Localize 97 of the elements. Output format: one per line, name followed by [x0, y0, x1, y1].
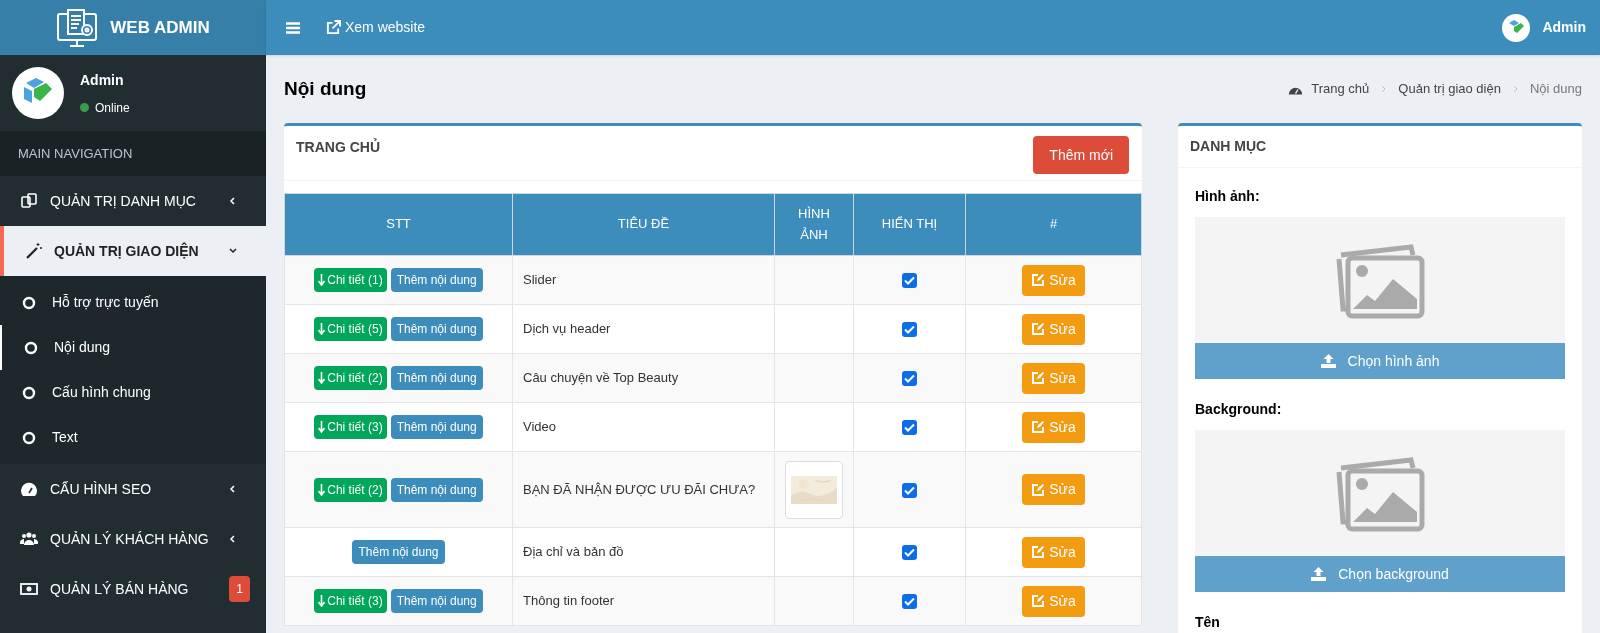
checkbox[interactable]	[902, 371, 917, 387]
add-new-button[interactable]: Thêm mới	[1033, 136, 1129, 174]
detail-button[interactable]: Chi tiết (2)	[314, 477, 387, 502]
upload-icon	[1320, 354, 1336, 368]
field-label: Hình ảnh:	[1195, 187, 1261, 206]
column-header: HIỂN THỊ	[853, 193, 966, 256]
detail-button[interactable]: Chi tiết (3)	[314, 589, 387, 613]
edit-button[interactable]: Sửa	[1022, 474, 1085, 505]
edit-icon	[1031, 482, 1046, 497]
edit-button[interactable]: Sửa	[1022, 411, 1085, 443]
edit-icon	[1031, 371, 1046, 385]
table-cell: BẠN ĐÃ NHẬN ĐƯỢC ƯU ĐÃI CHƯA?	[512, 451, 775, 528]
image-upload-area[interactable]: Chọn background	[1195, 430, 1565, 592]
arrow-down-icon	[318, 595, 326, 607]
submenu-item[interactable]: Hỗ trợ trực tuyến	[0, 280, 266, 325]
checkbox[interactable]	[902, 545, 917, 561]
card-title: DANH MỤC	[1190, 137, 1267, 156]
column-header: #	[965, 193, 1142, 256]
image-upload-area[interactable]: Chọn hình ảnh	[1195, 217, 1565, 379]
edit-icon	[1031, 273, 1046, 287]
magic-wand-icon	[24, 242, 42, 260]
status-dot-icon	[80, 103, 89, 112]
upload-button[interactable]: Chọn hình ảnh	[1195, 343, 1565, 379]
upload-icon	[1311, 567, 1327, 581]
arrow-down-icon	[318, 483, 326, 496]
column-header: STT	[284, 193, 513, 256]
table-cell: Thông tin footer	[512, 576, 775, 626]
table-cell: Slider	[512, 255, 775, 305]
arrow-down-icon	[318, 323, 326, 335]
column-header: HÌNH ẢNH	[774, 193, 854, 256]
count-badge: 1	[229, 576, 250, 602]
chevron-right-icon	[1381, 85, 1387, 93]
card-title: TRANG CHỦ	[296, 137, 380, 157]
page-title: Nội dung	[284, 76, 367, 101]
edit-icon	[1031, 322, 1046, 336]
edit-icon	[1031, 420, 1046, 434]
add-content-button[interactable]: Thêm nội dung	[390, 317, 483, 341]
add-content-button[interactable]: Thêm nội dung	[390, 477, 483, 502]
submenu-item[interactable]: Text	[0, 415, 266, 460]
arrow-down-icon	[318, 274, 326, 286]
arrow-down-icon	[318, 372, 326, 384]
checkbox[interactable]	[902, 273, 917, 289]
detail-button[interactable]: Chi tiết (3)	[314, 415, 387, 439]
checkbox[interactable]	[902, 420, 917, 436]
edit-button[interactable]: Sửa	[1022, 264, 1085, 296]
circle-icon	[22, 385, 36, 400]
edit-button[interactable]: Sửa	[1022, 536, 1085, 568]
edit-button[interactable]: Sửa	[1022, 313, 1085, 345]
submenu-item[interactable]: Cấu hình chung	[0, 370, 266, 415]
table-cell: Câu chuyện về Top Beauty	[512, 353, 775, 403]
copy-icon	[20, 192, 38, 210]
edit-icon	[1031, 594, 1046, 608]
checkbox[interactable]	[902, 322, 917, 338]
detail-button[interactable]: Chi tiết (2)	[314, 366, 387, 390]
arrow-down-icon	[318, 421, 326, 433]
menu-icon	[286, 21, 300, 34]
view-website-link[interactable]: Xem website	[326, 17, 426, 38]
add-content-button[interactable]: Thêm nội dung	[390, 268, 483, 292]
checkbox[interactable]	[902, 482, 917, 498]
nav-item[interactable]: QUẢN TRỊ GIAO DIỆN	[0, 226, 266, 276]
add-content-button[interactable]: Thêm nội dung	[390, 415, 483, 439]
field-label: Background:	[1195, 400, 1283, 419]
edit-button[interactable]: Sửa	[1022, 585, 1085, 617]
checkbox[interactable]	[902, 594, 917, 610]
detail-button[interactable]: Chi tiết (5)	[314, 317, 387, 341]
user-name: Admin	[80, 70, 125, 90]
circle-icon	[22, 430, 36, 445]
circle-icon	[22, 295, 36, 310]
add-content-button[interactable]: Thêm nội dung	[352, 540, 445, 564]
breadcrumb-link[interactable]: Trang chủ	[1311, 79, 1370, 99]
avatar-logo	[1502, 13, 1531, 42]
submenu-item[interactable]: Nội dung	[0, 325, 266, 370]
users-icon	[20, 530, 38, 548]
add-content-button[interactable]: Thêm nội dung	[390, 366, 483, 390]
add-content-button[interactable]: Thêm nội dung	[390, 589, 483, 613]
money-icon	[20, 580, 38, 598]
user-name: Admin	[1542, 18, 1586, 37]
nav-section-header: MAIN NAVIGATION	[0, 131, 266, 176]
detail-button[interactable]: Chi tiết (1)	[314, 268, 387, 292]
field-label: Tên	[1195, 613, 1221, 632]
breadcrumb-link[interactable]: Quản trị giao diện	[1398, 79, 1501, 99]
chevron-right-icon	[1512, 85, 1518, 93]
table-cell: Địa chỉ và bản đồ	[512, 527, 775, 577]
table-cell: Dịch vụ header	[512, 304, 775, 354]
breadcrumb-current: Nội dung	[1529, 80, 1582, 99]
user-status: Online	[95, 99, 130, 117]
circle-icon	[24, 340, 38, 355]
external-link-icon	[326, 20, 341, 35]
avatar-logo	[12, 67, 64, 119]
edit-button[interactable]: Sửa	[1022, 362, 1085, 394]
dashboard-icon	[20, 480, 38, 498]
upload-button[interactable]: Chọn background	[1195, 556, 1565, 592]
brand-title: WEB ADMIN	[110, 16, 210, 39]
table-cell: Video	[512, 402, 775, 452]
column-header: TIÊU ĐỀ	[512, 193, 775, 256]
edit-icon	[1031, 545, 1046, 559]
menu-toggle-button[interactable]	[286, 21, 300, 34]
